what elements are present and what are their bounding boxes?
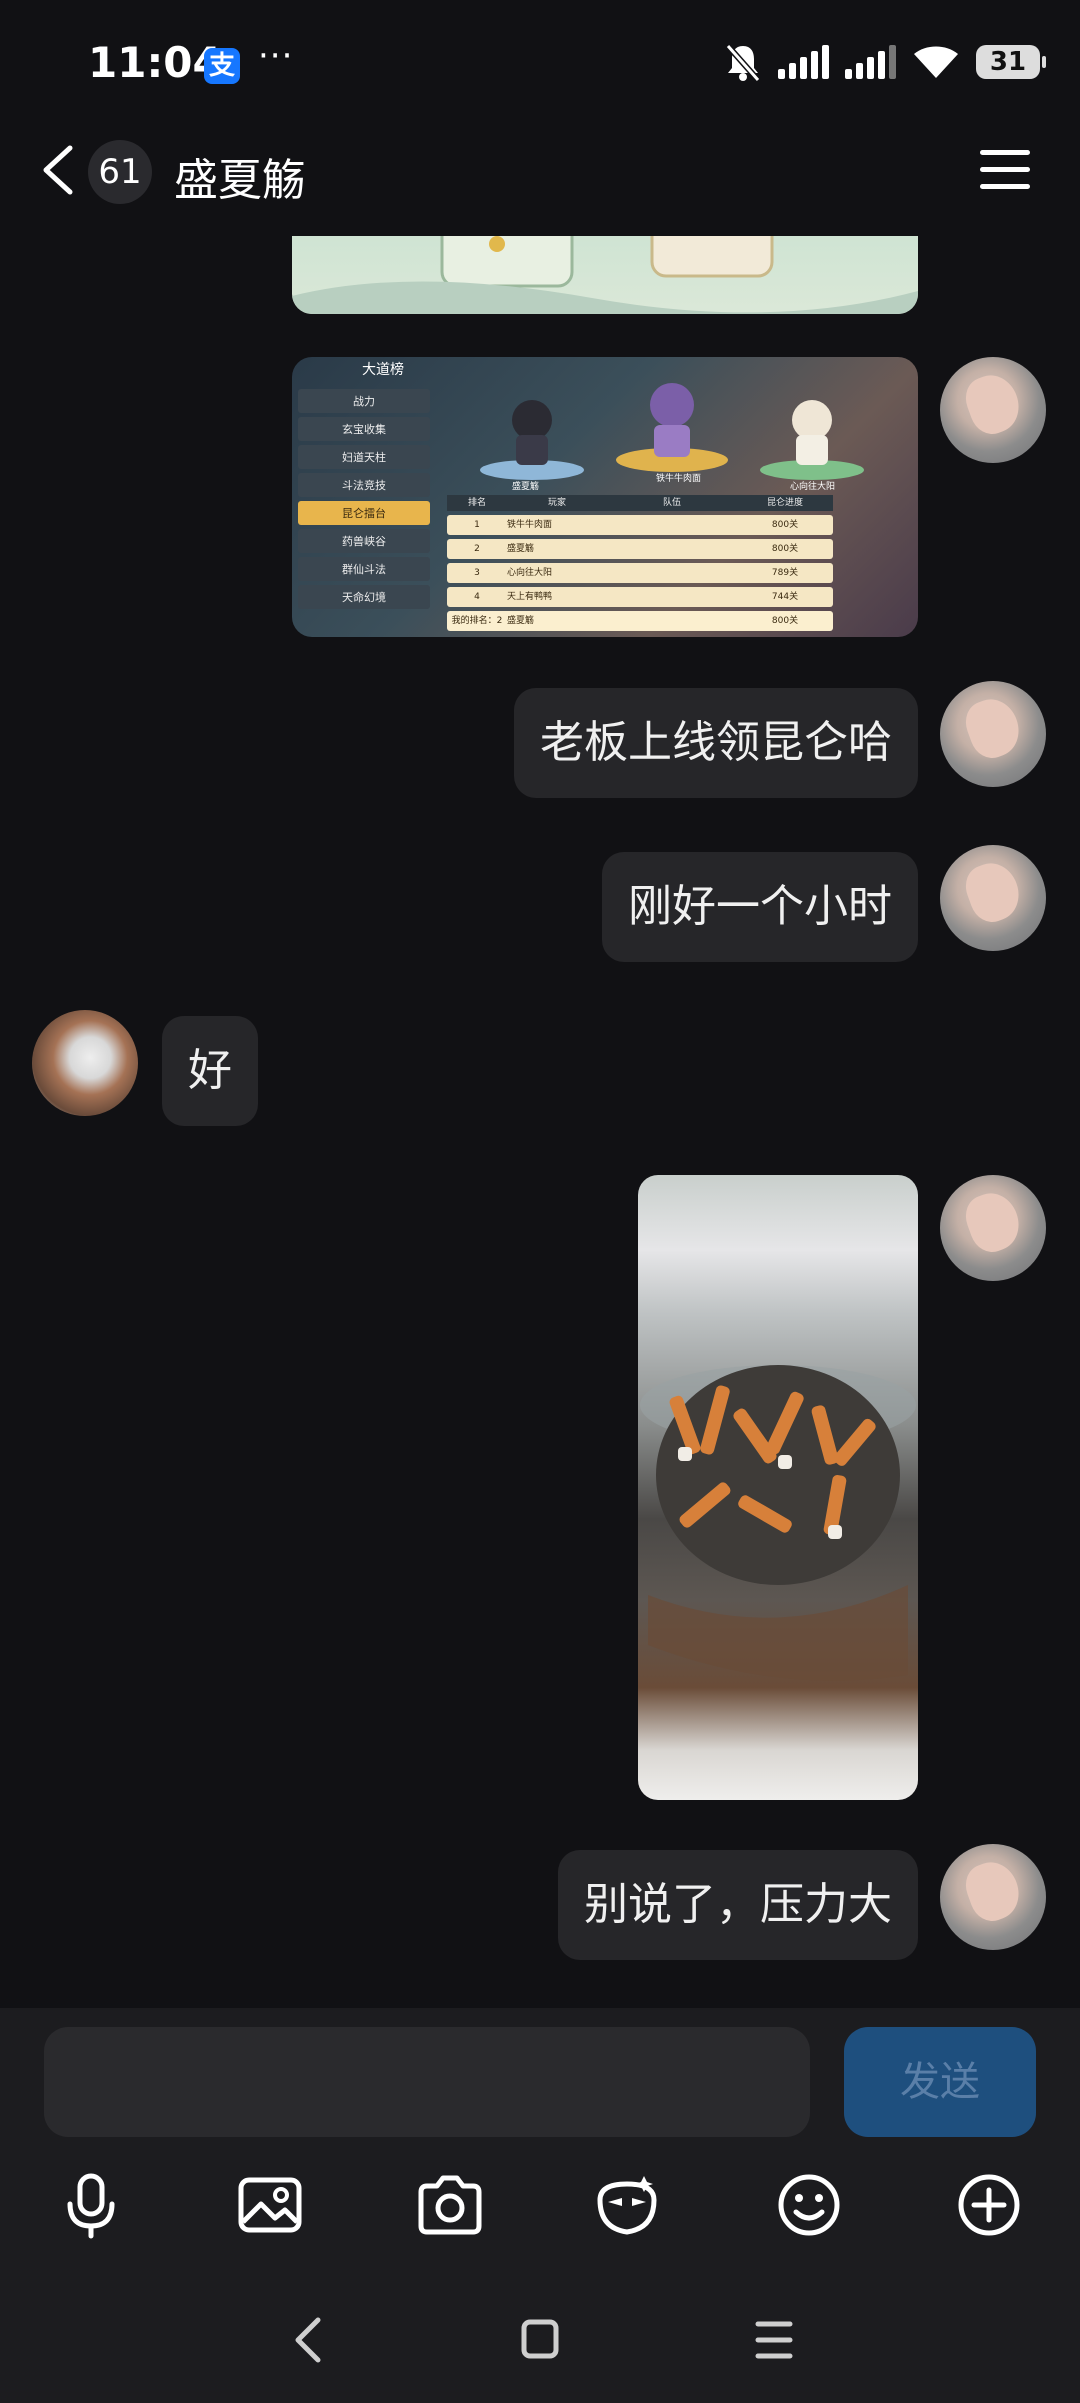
game-menu-item: 群仙斗法 xyxy=(298,557,430,581)
image-icon[interactable] xyxy=(235,2170,305,2240)
status-icons: 31 xyxy=(724,40,1046,84)
microphone-icon[interactable] xyxy=(56,2170,126,2240)
ranking-row: 4 天上有鸭鸭 744关 xyxy=(447,587,833,607)
col-player: 玩家 xyxy=(547,498,566,508)
unread-count-badge[interactable]: 61 xyxy=(88,140,152,204)
game-title: 大道榜 xyxy=(362,362,404,378)
podium-name: 铁牛牛肉面 xyxy=(656,474,702,484)
emoji-icon[interactable] xyxy=(774,2170,844,2240)
avatar-self[interactable] xyxy=(940,845,1046,951)
message-bubble-incoming[interactable]: 好 xyxy=(162,1016,258,1126)
message-bubble[interactable]: 别说了，压力大 xyxy=(558,1850,918,1960)
game-menu-item-active: 昆仑擂台 xyxy=(298,501,430,525)
avatar-contact[interactable] xyxy=(32,1010,138,1116)
avatar-self[interactable] xyxy=(940,1844,1046,1950)
ai-mask-icon[interactable] xyxy=(592,2170,662,2240)
game-ranking-table: 排名 玩家 队伍 昆仑进度 1 铁牛牛肉面 800关 2 盛夏觞 800关 3 … xyxy=(447,495,833,637)
message-input[interactable] xyxy=(44,2027,810,2137)
ranking-row: 2 盛夏觞 800关 xyxy=(447,539,833,559)
game-podium: 盛夏觞 铁牛牛肉面 心向往大阳 xyxy=(472,375,892,492)
game-menu-item: 妇道天柱 xyxy=(298,445,430,469)
podium-name: 盛夏觞 xyxy=(512,482,540,492)
game-menu-item: 天命幻境 xyxy=(298,585,430,609)
more-notifications-icon: ··· xyxy=(258,36,294,76)
message-bubble[interactable]: 刚好一个小时 xyxy=(602,852,918,962)
game-menu-item: 斗法竞技 xyxy=(298,473,430,497)
message-bubble[interactable]: 老板上线领昆仑哈 xyxy=(514,688,918,798)
avatar-self[interactable] xyxy=(940,681,1046,787)
col-progress: 昆仑进度 xyxy=(766,498,803,508)
chat-header xyxy=(0,130,1080,240)
message-image[interactable] xyxy=(292,236,918,314)
nav-back-icon[interactable] xyxy=(286,2310,330,2370)
send-button[interactable]: 发送 xyxy=(844,2027,1036,2137)
alipay-notification-icon: 支 xyxy=(204,48,240,84)
game-menu-item: 玄宝收集 xyxy=(298,417,430,441)
game-menu-item: 战力 xyxy=(298,389,430,413)
podium-name: 心向往大阳 xyxy=(790,482,836,492)
mute-bell-icon xyxy=(725,44,761,82)
image-thumb-icon xyxy=(292,236,918,314)
ranking-header: 排名 玩家 队伍 昆仑进度 xyxy=(447,495,833,511)
game-menu: 战力 玄宝收集 妇道天柱 斗法竞技 昆仑擂台 药兽峡谷 群仙斗法 天命幻境 xyxy=(298,385,430,613)
camera-icon[interactable] xyxy=(415,2170,485,2240)
signal-1-icon xyxy=(778,45,829,79)
ranking-row: 3 心向往大阳 789关 xyxy=(447,563,833,583)
back-chevron-icon[interactable] xyxy=(34,140,84,200)
message-image-game-ranking[interactable]: 大道榜 战力 玄宝收集 妇道天柱 斗法竞技 昆仑擂台 药兽峡谷 群仙斗法 天命幻… xyxy=(292,357,918,637)
message-image-photo[interactable] xyxy=(638,1175,918,1800)
signal-2-icon xyxy=(845,45,896,79)
avatar-self[interactable] xyxy=(940,1175,1046,1281)
chat-title[interactable]: 盛夏觞 xyxy=(174,144,306,208)
battery-icon: 31 xyxy=(976,45,1046,79)
status-time: 11:04 xyxy=(88,38,222,87)
col-rank: 排名 xyxy=(467,498,486,508)
add-plus-icon[interactable] xyxy=(954,2170,1024,2240)
menu-icon[interactable] xyxy=(980,150,1030,190)
wifi-icon xyxy=(914,46,958,78)
nav-home-icon[interactable] xyxy=(518,2310,562,2370)
ashtray-photo-icon xyxy=(640,1365,916,1681)
avatar-self[interactable] xyxy=(940,357,1046,463)
col-team: 队伍 xyxy=(662,498,681,508)
game-menu-item: 药兽峡谷 xyxy=(298,529,430,553)
my-ranking-row: 我的排名：2 盛夏觞 800关 xyxy=(447,611,833,631)
status-bar: 11:04 支 ··· 31 xyxy=(0,0,1080,130)
nav-recents-icon[interactable] xyxy=(752,2310,796,2370)
ranking-row: 1 铁牛牛肉面 800关 xyxy=(447,515,833,535)
